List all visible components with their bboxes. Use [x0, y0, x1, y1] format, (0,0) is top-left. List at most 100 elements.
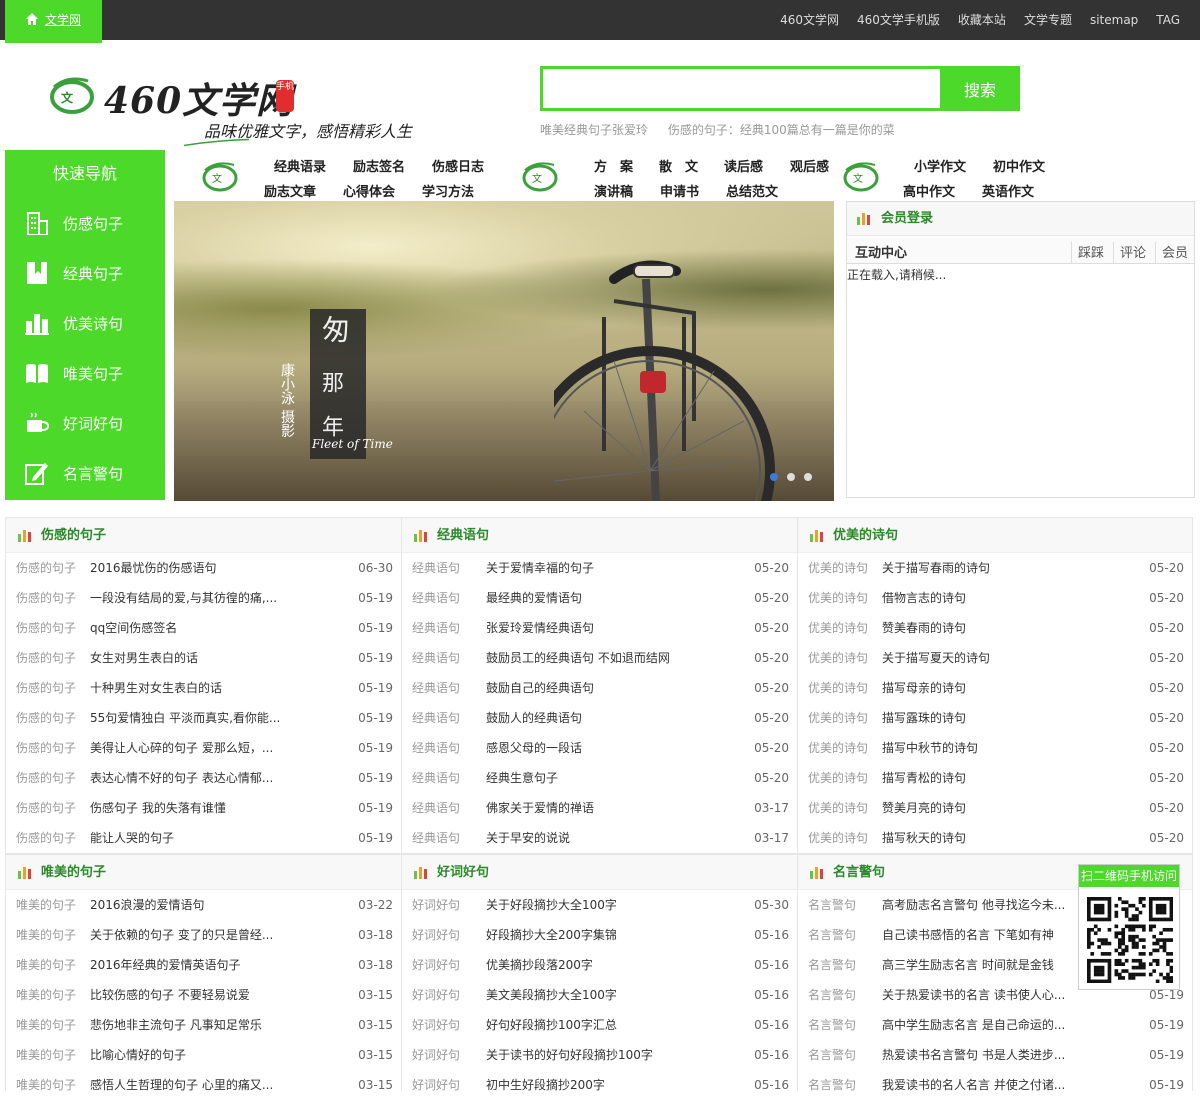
article-category[interactable]: 伤感的句子	[16, 823, 76, 853]
article-category[interactable]: 优美的诗句	[808, 733, 868, 763]
article-category[interactable]: 名言警句	[808, 980, 856, 1010]
category-link[interactable]: 英语作文	[982, 181, 1034, 200]
category-link[interactable]: 励志文章	[264, 181, 316, 200]
article-title-link[interactable]: 张爱玲爱情经典语句	[486, 613, 682, 643]
quick-nav-item-good-words[interactable]: 好词好句	[5, 398, 165, 448]
top-link-tag[interactable]: TAG	[1156, 0, 1180, 40]
article-category[interactable]: 经典语句	[412, 823, 460, 853]
slider-dot[interactable]	[804, 473, 812, 481]
panel-title[interactable]: 好词好句	[437, 865, 489, 880]
article-title-link[interactable]: 关于读书的好句好段摘抄100字	[486, 1040, 682, 1070]
article-category[interactable]: 经典语句	[412, 553, 460, 583]
category-link[interactable]: 初中作文	[993, 156, 1045, 175]
article-title-link[interactable]: 2016浪漫的爱情语句	[90, 890, 286, 920]
category-link[interactable]: 经典语录	[274, 156, 326, 175]
article-category[interactable]: 名言警句	[808, 950, 856, 980]
article-category[interactable]: 优美的诗句	[808, 763, 868, 793]
article-category[interactable]: 名言警句	[808, 1010, 856, 1040]
article-title-link[interactable]: 关于描写夏天的诗句	[882, 643, 1078, 673]
quick-nav-item-poems[interactable]: 优美诗句	[5, 298, 165, 348]
article-category[interactable]: 经典语句	[412, 733, 460, 763]
top-link-460wenxue[interactable]: 460文学网	[780, 0, 839, 40]
article-title-link[interactable]: 关于爱情幸福的句子	[486, 553, 682, 583]
home-tab[interactable]: 文学网	[5, 0, 102, 43]
article-title-link[interactable]: 能让人哭的句子	[90, 823, 286, 853]
panel-title[interactable]: 优美的诗句	[833, 528, 898, 543]
article-category[interactable]: 唯美的句子	[16, 1010, 76, 1040]
top-link-mobile[interactable]: 460文学手机版	[857, 0, 940, 40]
article-title-link[interactable]: 赞美春雨的诗句	[882, 613, 1078, 643]
article-category[interactable]: 唯美的句子	[16, 950, 76, 980]
article-category[interactable]: 优美的诗句	[808, 823, 868, 853]
article-title-link[interactable]: 表达心情不好的句子 表达心情郁...	[90, 763, 286, 793]
article-title-link[interactable]: 2016年经典的爱情英语句子	[90, 950, 286, 980]
article-category[interactable]: 伤感的句子	[16, 583, 76, 613]
panel-title[interactable]: 伤感的句子	[41, 528, 106, 543]
quick-nav-item-beautiful[interactable]: 唯美句子	[5, 348, 165, 398]
tab-comments[interactable]: 评论	[1113, 242, 1146, 264]
article-category[interactable]: 好词好句	[412, 1040, 460, 1070]
article-title-link[interactable]: 描写秋天的诗句	[882, 823, 1078, 853]
article-title-link[interactable]: 鼓励人的经典语句	[486, 703, 682, 733]
article-title-link[interactable]: 十种男生对女生表白的话	[90, 673, 286, 703]
article-title-link[interactable]: 比喻心情好的句子	[90, 1040, 286, 1070]
article-category[interactable]: 经典语句	[412, 793, 460, 823]
top-link-topics[interactable]: 文学专题	[1024, 0, 1072, 40]
article-title-link[interactable]: 关于热爱读书的名言 读书使人心...	[882, 980, 1078, 1010]
panel-title[interactable]: 唯美的句子	[41, 865, 106, 880]
article-title-link[interactable]: 描写露珠的诗句	[882, 703, 1078, 733]
article-title-link[interactable]: 关于早安的说说	[486, 823, 682, 853]
article-category[interactable]: 伤感的句子	[16, 703, 76, 733]
article-category[interactable]: 唯美的句子	[16, 1070, 76, 1100]
article-title-link[interactable]: 美文美段摘抄大全100字	[486, 980, 682, 1010]
article-title-link[interactable]: 好段摘抄大全200字集锦	[486, 920, 682, 950]
article-title-link[interactable]: 描写青松的诗句	[882, 763, 1078, 793]
article-title-link[interactable]: 高中学生励志名言 是自己命运的...	[882, 1010, 1078, 1040]
article-title-link[interactable]: qq空间伤感签名	[90, 613, 286, 643]
article-title-link[interactable]: 我爱读书的名人名言 并使之付诸...	[882, 1070, 1078, 1100]
article-title-link[interactable]: 伤感句子 我的失落有谁懂	[90, 793, 286, 823]
article-category[interactable]: 经典语句	[412, 583, 460, 613]
article-title-link[interactable]: 一段没有结局的爱,与其彷徨的痛,...	[90, 583, 286, 613]
slider-dot[interactable]	[787, 473, 795, 481]
article-title-link[interactable]: 2016最忧伤的伤感语句	[90, 553, 286, 583]
panel-title[interactable]: 名言警句	[833, 865, 885, 880]
article-category[interactable]: 伤感的句子	[16, 613, 76, 643]
article-title-link[interactable]: 热爱读书名言警句 书是人类进步...	[882, 1040, 1078, 1070]
article-category[interactable]: 好词好句	[412, 890, 460, 920]
article-category[interactable]: 经典语句	[412, 643, 460, 673]
site-logo[interactable]: 文 460文学网 手机 品味优雅文字，感悟精彩人生	[48, 72, 412, 152]
article-category[interactable]: 伤感的句子	[16, 673, 76, 703]
article-title-link[interactable]: 高考励志名言警句 他寻找迄今未...	[882, 890, 1078, 920]
article-title-link[interactable]: 最经典的爱情语句	[486, 583, 682, 613]
article-title-link[interactable]: 优美摘抄段落200字	[486, 950, 682, 980]
category-link[interactable]: 伤感日志	[432, 156, 484, 175]
article-title-link[interactable]: 关于依赖的句子 变了的只是曾经...	[90, 920, 286, 950]
login-title[interactable]: 会员登录	[881, 211, 933, 226]
tab-interaction-center[interactable]: 互动中心	[855, 242, 907, 261]
article-title-link[interactable]: 比较伤感的句子 不要轻易说爱	[90, 980, 286, 1010]
article-category[interactable]: 唯美的句子	[16, 1040, 76, 1070]
article-category[interactable]: 经典语句	[412, 673, 460, 703]
panel-title[interactable]: 经典语句	[437, 528, 489, 543]
article-category[interactable]: 唯美的句子	[16, 920, 76, 950]
article-category[interactable]: 经典语句	[412, 763, 460, 793]
article-title-link[interactable]: 鼓励员工的经典语句 不如退而结网	[486, 643, 682, 673]
article-category[interactable]: 好词好句	[412, 1070, 460, 1100]
article-category[interactable]: 伤感的句子	[16, 763, 76, 793]
article-category[interactable]: 优美的诗句	[808, 613, 868, 643]
article-title-link[interactable]: 感恩父母的一段话	[486, 733, 682, 763]
hot-link[interactable]: 唯美经典句子张爱玲	[540, 123, 648, 137]
article-title-link[interactable]: 描写中秋节的诗句	[882, 733, 1078, 763]
article-title-link[interactable]: 自己读书感悟的名言 下笔如有神	[882, 920, 1078, 950]
article-category[interactable]: 好词好句	[412, 980, 460, 1010]
article-title-link[interactable]: 赞美月亮的诗句	[882, 793, 1078, 823]
hot-link[interactable]: 伤感的句子：经典100篇总有一篇是你的菜	[668, 123, 895, 137]
article-category[interactable]: 优美的诗句	[808, 673, 868, 703]
category-link[interactable]: 励志签名	[353, 156, 405, 175]
top-link-sitemap[interactable]: sitemap	[1090, 0, 1138, 40]
article-title-link[interactable]: 鼓励自己的经典语句	[486, 673, 682, 703]
article-title-link[interactable]: 女生对男生表白的话	[90, 643, 286, 673]
article-title-link[interactable]: 佛家关于爱情的禅语	[486, 793, 682, 823]
article-title-link[interactable]: 关于描写春雨的诗句	[882, 553, 1078, 583]
